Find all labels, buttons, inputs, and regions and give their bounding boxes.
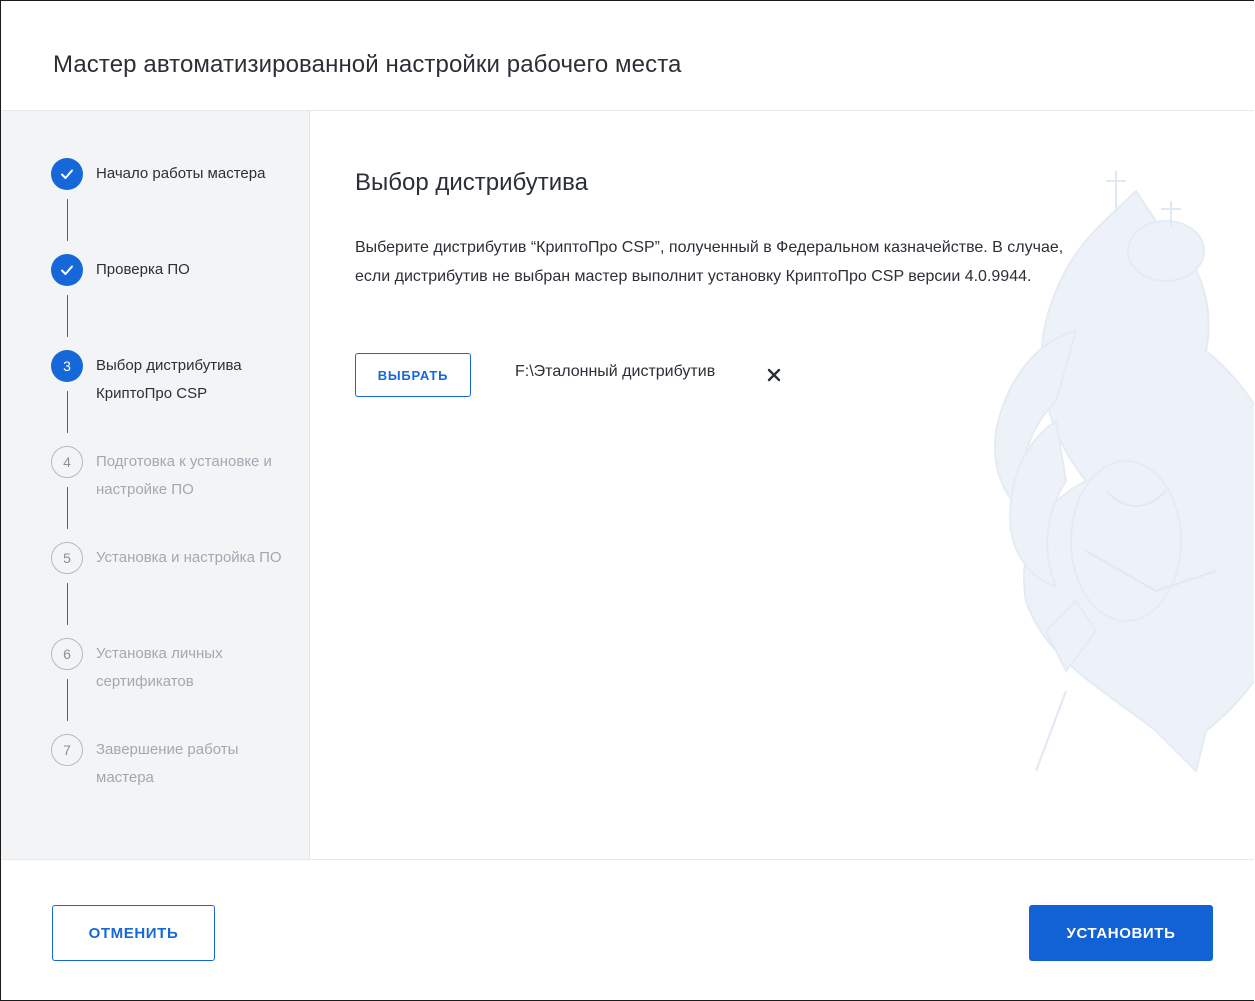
- check-icon: [61, 169, 73, 179]
- step-finish: 7 Завершение работы мастера: [51, 734, 301, 794]
- close-icon[interactable]: [766, 367, 782, 383]
- wizard-window: Мастер автоматизированной настройки рабо…: [0, 0, 1254, 1001]
- step-number: 5: [51, 542, 83, 574]
- step-prepare: 4 Подготовка к установке и настройке ПО: [51, 446, 301, 506]
- step-number: 4: [51, 446, 83, 478]
- step-install: 5 Установка и настройка ПО: [51, 542, 301, 602]
- check-icon: [61, 265, 73, 275]
- step-select-distribution: 3 Выбор дистрибутива КриптоПро CSP: [51, 350, 301, 410]
- selected-file-path: F:\Эталонный дистрибутив: [515, 363, 716, 380]
- step-label: Выбор дистрибутива КриптоПро CSP: [96, 357, 242, 402]
- step-check-software: Проверка ПО: [51, 254, 301, 314]
- step-number: 7: [51, 734, 83, 766]
- wizard-title: Мастер автоматизированной настройки рабо…: [53, 51, 682, 78]
- step-label: Установка личных сертификатов: [96, 645, 223, 690]
- step-start: Начало работы мастера: [51, 158, 301, 218]
- step-done-indicator: [51, 158, 83, 190]
- main-content: Выбор дистрибутива Выберите дистрибутив …: [310, 111, 1254, 859]
- steps-sidebar: Начало работы мастера Проверка ПО 3 Выбо…: [1, 111, 310, 859]
- section-heading: Выбор дистрибутива: [355, 169, 588, 196]
- select-distribution-button[interactable]: ВЫБРАТЬ: [355, 353, 471, 397]
- wizard-header: Мастер автоматизированной настройки рабо…: [1, 1, 1254, 111]
- step-label: Завершение работы мастера: [96, 741, 239, 786]
- step-certificates: 6 Установка личных сертификатов: [51, 638, 301, 698]
- step-label: Проверка ПО: [96, 261, 190, 278]
- step-label: Установка и настройка ПО: [96, 549, 282, 566]
- step-number: 3: [51, 350, 83, 382]
- step-done-indicator: [51, 254, 83, 286]
- wizard-footer: ОТМЕНИТЬ УСТАНОВИТЬ: [1, 859, 1254, 1000]
- step-number: 6: [51, 638, 83, 670]
- cancel-button[interactable]: ОТМЕНИТЬ: [52, 905, 215, 961]
- step-label: Начало работы мастера: [96, 165, 266, 182]
- step-label: Подготовка к установке и настройке ПО: [96, 453, 272, 498]
- install-button[interactable]: УСТАНОВИТЬ: [1029, 905, 1213, 961]
- section-description: Выберите дистрибутив “КриптоПро CSP”, по…: [355, 239, 1064, 285]
